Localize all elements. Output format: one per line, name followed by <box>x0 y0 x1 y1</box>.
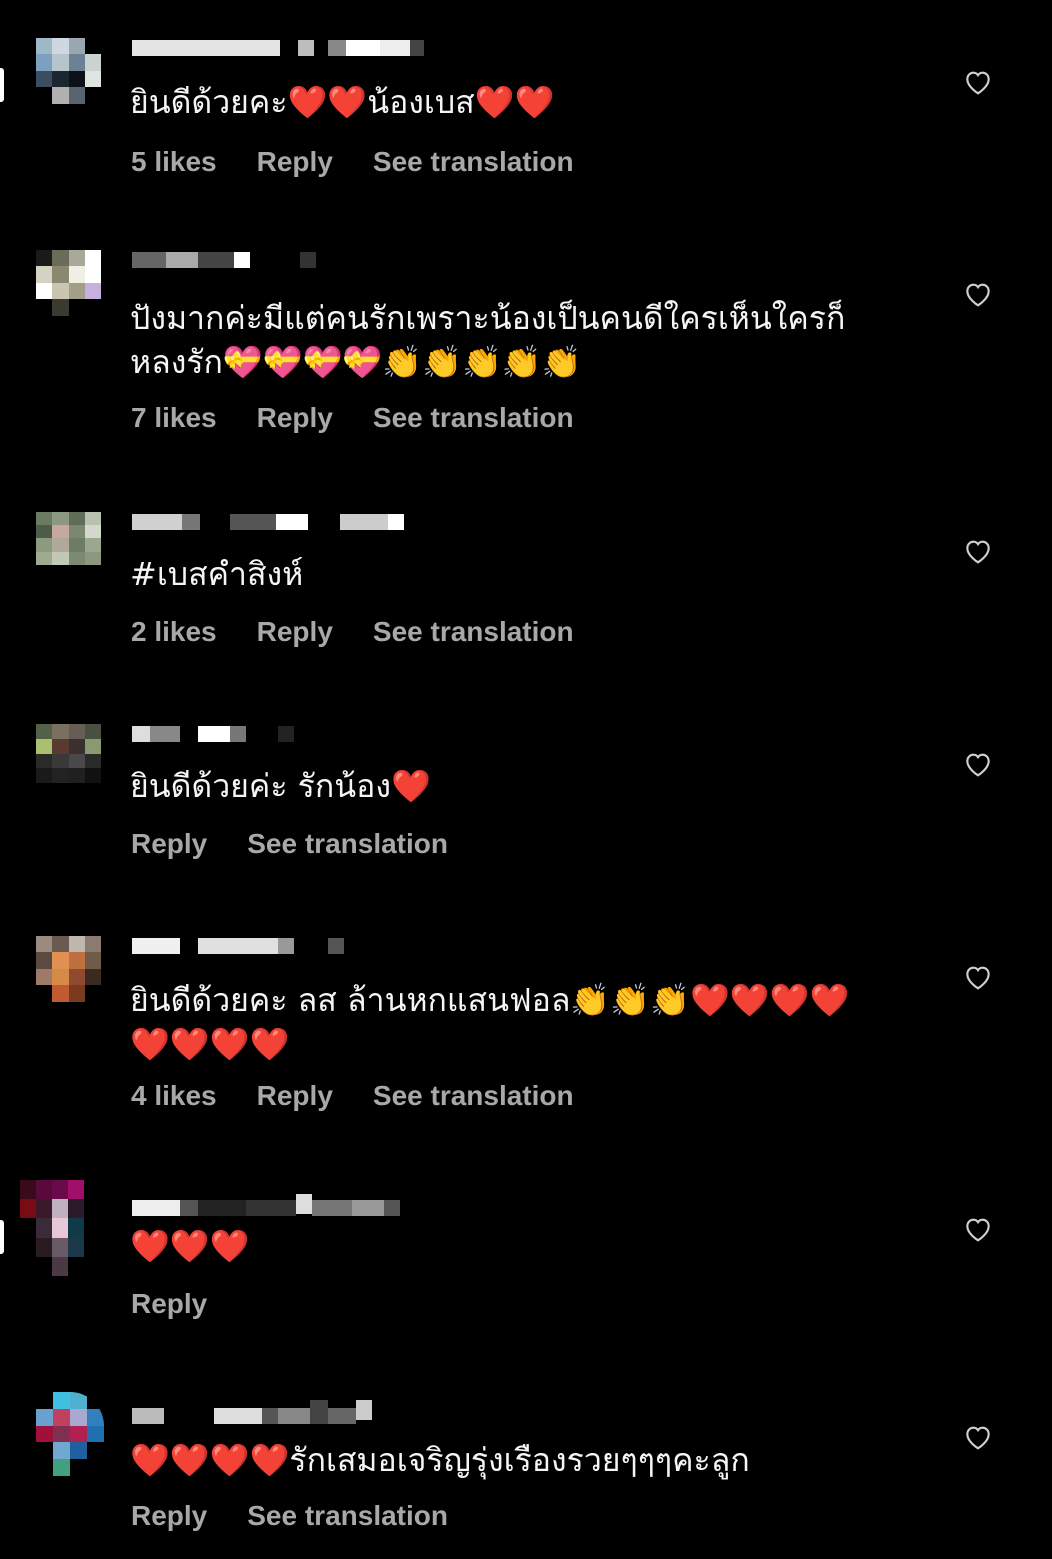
username-redacted[interactable] <box>132 250 452 270</box>
likes-count[interactable]: 4 likes <box>131 1080 217 1112</box>
comment-actions: 7 likes Reply See translation <box>131 398 574 438</box>
username-redacted[interactable] <box>132 38 452 58</box>
reply-button[interactable]: Reply <box>257 402 333 434</box>
comment-item: ยินดีด้วยคะ❤️❤️น้องเบส❤️❤️ 5 likes Reply… <box>0 0 1052 210</box>
see-translation-link[interactable]: See translation <box>247 828 448 860</box>
heart-outline-icon[interactable] <box>962 66 994 98</box>
comment-item: #เบสคำสิงห์ 2 likes Reply See translatio… <box>0 490 1052 700</box>
username-redacted[interactable] <box>132 936 452 956</box>
comment-text: ❤️❤️❤️❤️รักเสมอเจริญรุ่งเรืองรวยๆๆๆคะลูก <box>130 1441 750 1479</box>
likes-count[interactable]: 2 likes <box>131 616 217 648</box>
comment-actions: Reply See translation <box>131 1496 448 1536</box>
avatar[interactable] <box>20 1180 84 1276</box>
heart-outline-icon[interactable] <box>962 961 994 993</box>
username-redacted[interactable] <box>132 1394 452 1424</box>
heart-outline-icon[interactable] <box>962 1213 994 1245</box>
comment-actions: 4 likes Reply See translation <box>131 1076 574 1116</box>
avatar[interactable] <box>36 1392 104 1476</box>
comment-text: #เบสคำสิงห์ <box>130 555 304 593</box>
reply-button[interactable]: Reply <box>257 616 333 648</box>
see-translation-link[interactable]: See translation <box>373 402 574 434</box>
heart-outline-icon[interactable] <box>962 278 994 310</box>
avatar[interactable] <box>36 250 101 332</box>
see-translation-link[interactable]: See translation <box>373 146 574 178</box>
username-redacted[interactable] <box>132 724 452 744</box>
see-translation-link[interactable]: See translation <box>373 616 574 648</box>
comment-text: ยินดีด้วยคะ❤️❤️น้องเบส❤️❤️ <box>130 83 555 121</box>
comment-text: ปังมากค่ะมีแต่คนรักเพราะน้องเป็นคนดีใครเ… <box>130 299 846 381</box>
reply-button[interactable]: Reply <box>131 1500 207 1532</box>
heart-outline-icon[interactable] <box>962 748 994 780</box>
comment-actions: Reply See translation <box>131 824 448 864</box>
comment-item: ยินดีด้วยค่ะ รักน้อง❤️ Reply See transla… <box>0 700 1052 910</box>
username-redacted[interactable] <box>132 512 452 532</box>
avatar[interactable] <box>36 936 101 1018</box>
username-redacted[interactable] <box>132 1194 452 1216</box>
comment-actions: 2 likes Reply See translation <box>131 612 574 652</box>
likes-count[interactable]: 5 likes <box>131 146 217 178</box>
comment-actions: 5 likes Reply See translation <box>131 142 574 182</box>
reply-button[interactable]: Reply <box>257 146 333 178</box>
see-translation-link[interactable]: See translation <box>247 1500 448 1532</box>
comment-actions: Reply <box>131 1284 207 1324</box>
avatar[interactable] <box>36 724 101 798</box>
comment-item: ❤️❤️❤️❤️รักเสมอเจริญรุ่งเรืองรวยๆๆๆคะลูก… <box>0 1380 1052 1559</box>
comment-text: ยินดีด้วยค่ะ รักน้อง❤️ <box>130 767 431 805</box>
avatar[interactable] <box>36 512 101 578</box>
avatar[interactable] <box>36 38 101 120</box>
heart-outline-icon[interactable] <box>962 1421 994 1453</box>
see-translation-link[interactable]: See translation <box>373 1080 574 1112</box>
reply-button[interactable]: Reply <box>131 1288 207 1320</box>
heart-outline-icon[interactable] <box>962 535 994 567</box>
comment-item: ยินดีด้วยคะ ลส ล้านหกแสนฟอล👏👏👏❤️❤️❤️❤️❤️… <box>0 910 1052 1170</box>
likes-count[interactable]: 7 likes <box>131 402 217 434</box>
comment-text: ❤️❤️❤️ <box>130 1227 250 1265</box>
reply-button[interactable]: Reply <box>257 1080 333 1112</box>
comment-text: ยินดีด้วยคะ ลส ล้านหกแสนฟอล👏👏👏❤️❤️❤️❤️❤️… <box>130 981 850 1063</box>
reply-button[interactable]: Reply <box>131 828 207 860</box>
comment-item: ❤️❤️❤️ Reply <box>0 1170 1052 1380</box>
comment-item: ปังมากค่ะมีแต่คนรักเพราะน้องเป็นคนดีใครเ… <box>0 210 1052 490</box>
edge-indicator <box>0 68 4 102</box>
edge-indicator <box>0 1220 4 1254</box>
